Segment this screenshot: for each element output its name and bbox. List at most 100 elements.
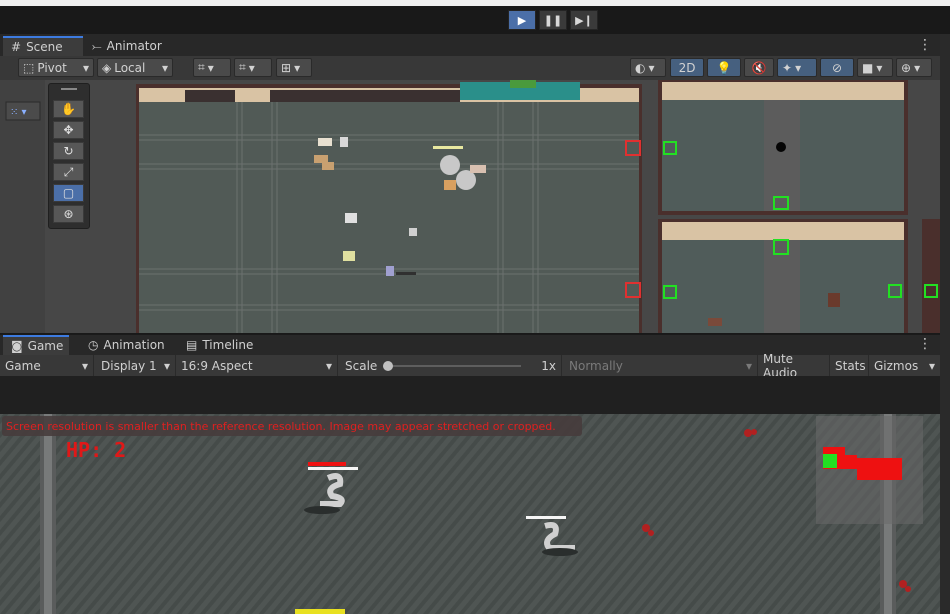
scale-slider[interactable] [383,360,522,372]
tab-scene[interactable]: # Scene [3,36,83,56]
scene-viewport[interactable]: ⁙ ▾ [0,80,950,333]
step-icon: ▶❙ [575,13,593,27]
chevron-down-icon: ▾ [82,60,89,75]
tab-game-label: Game [27,339,64,353]
scene-tab-bar: # Scene ⤚ Animator ⋮ [0,34,950,56]
step-button[interactable]: ▶❙ [570,10,598,30]
chevron-down-icon: ▾ [928,358,935,373]
view-select[interactable]: Game ▾ [0,355,94,376]
grid-snap-icon: ⌗ [198,60,205,74]
display-select-value: Display 1 [101,358,157,373]
scale-label: Scale [345,358,378,373]
chevron-down-icon: ▾ [648,60,655,75]
rotate-icon: ↻ [63,144,74,158]
display-select[interactable]: Display 1 ▾ [96,355,176,376]
ruler-icon: ⊞ [281,60,292,75]
shading-icon: ◐ [635,60,646,75]
resolution-warning: Screen resolution is smaller than the re… [2,416,582,436]
film-icon: ▤ [186,338,198,352]
right-panel-edge [940,34,950,614]
chevron-down-icon: ▾ [325,358,332,373]
chevron-down-icon: ▾ [161,60,168,75]
local-dropdown[interactable]: ◈ Local ▾ [97,58,173,77]
clock-icon: ◷ [88,338,99,352]
eye-slash-icon: ⊘ [831,60,843,75]
move-tool-button[interactable]: ✥ [53,121,84,139]
aspect-select-value: 16:9 Aspect [181,358,253,373]
effects-dropdown[interactable]: ✦ ▾ [777,58,817,77]
tab-scene-label: Scene [26,40,63,54]
game-canvas [0,376,950,614]
mute-audio-toggle[interactable]: Mute Audio [758,352,830,380]
move-icon: ✥ [63,123,74,137]
grid-snap-dropdown[interactable]: ⌗ ▾ [193,58,231,77]
aspect-select[interactable]: 16:9 Aspect ▾ [176,355,338,376]
chevron-down-icon: ▾ [207,60,214,75]
scale-tool-button[interactable]: ⤢ [53,163,84,181]
view-select-value: Game [5,358,41,373]
scale-icon: ⤢ [63,164,74,179]
hand-icon: ✋ [61,102,76,116]
play-focus-select[interactable]: Normally ▾ [564,355,758,376]
lighting-toggle[interactable]: 💡 [707,58,741,77]
transform-tool-button[interactable]: ⊛ [53,205,84,223]
rect-tool-button[interactable]: ▢ [53,184,84,202]
grid-visibility-dropdown[interactable]: ⊞ ▾ [276,58,312,77]
scale-control: Scale 1x [340,355,562,376]
lightbulb-icon: 💡 [716,60,732,75]
2d-toggle[interactable]: 2D [670,58,704,77]
rotate-tool-button[interactable]: ↻ [53,142,84,160]
scale-slider-thumb[interactable] [383,360,394,371]
audio-toggle[interactable]: 🔇 [744,58,774,77]
chevron-down-icon: ▾ [81,358,88,373]
hidden-objects-toggle[interactable]: ⊘ [820,58,854,77]
game-toolbar: Game ▾ Display 1 ▾ 16:9 Aspect ▾ Scale 1… [0,352,950,380]
stats-toggle[interactable]: Stats [830,355,869,376]
hand-tool-button[interactable]: ✋ [53,100,84,118]
scale-value: 1x [541,358,556,373]
gizmos-dropdown[interactable]: ⊕ ▾ [896,58,932,77]
palette-grip[interactable] [61,88,77,90]
local-label: Local [114,60,146,75]
chevron-down-icon: ▾ [248,60,255,75]
tab-timeline-label: Timeline [202,338,254,352]
play-focus-value: Normally [569,358,623,373]
scene-toolbar: ⬚ Pivot ▾ ◈ Local ▾ ⌗ ▾ ⌗ ▾ ⊞ ▾ ◐ ▾ 2D 💡 🔇 ✦… [0,56,950,81]
play-button[interactable]: ▶ [508,10,536,30]
tab-timeline[interactable]: ▤ Timeline [178,335,274,355]
hp-counter: HP: 2 [66,438,127,462]
chevron-down-icon: ▾ [914,60,921,75]
chevron-down-icon: ▾ [745,358,752,373]
svg-text:⁙ ▾: ⁙ ▾ [10,107,27,118]
pause-button[interactable]: ❚❚ [539,10,567,30]
pivot-dropdown[interactable]: ⬚ Pivot ▾ [18,58,94,77]
gizmos-toggle[interactable]: Gizmos ▾ [869,355,940,376]
camera-icon: ■ [862,60,874,75]
pivot-icon: ⬚ [23,60,35,75]
increment-snap-dropdown[interactable]: ⌗ ▾ [234,58,272,77]
grid-icon: # [11,40,22,54]
effects-icon: ✦ [782,60,793,75]
shading-mode-dropdown[interactable]: ◐ ▾ [630,58,666,77]
transform-tool-palette: ✋ ✥ ↻ ⤢ ▢ ⊛ [48,83,90,229]
2d-toggle-label: 2D [678,60,696,75]
game-menu-kebab-icon[interactable]: ⋮ [918,336,932,352]
tab-animator-label: Animator [106,39,162,53]
game-viewport[interactable] [0,376,950,614]
audio-icon: 🔇 [751,60,767,75]
gizmos-label: Gizmos [874,358,919,373]
scene-view-options-button: ⁙ ▾ [5,101,41,121]
pause-icon: ❚❚ [543,13,563,27]
scale-slider-track [383,364,522,367]
animator-icon: ⤚ [92,38,102,53]
stats-label: Stats [835,358,866,373]
pivot-label: Pivot [37,60,67,75]
camera-dropdown[interactable]: ■ ▾ [857,58,893,77]
tab-animation[interactable]: ◷ Animation [80,335,184,355]
chevron-down-icon: ▾ [294,60,301,75]
play-icon: ▶ [517,13,527,27]
tab-game[interactable]: ◙ Game [3,335,69,355]
scene-menu-kebab-icon[interactable]: ⋮ [918,37,932,53]
tab-animator[interactable]: ⤚ Animator [84,36,184,56]
tab-animation-label: Animation [103,338,165,352]
